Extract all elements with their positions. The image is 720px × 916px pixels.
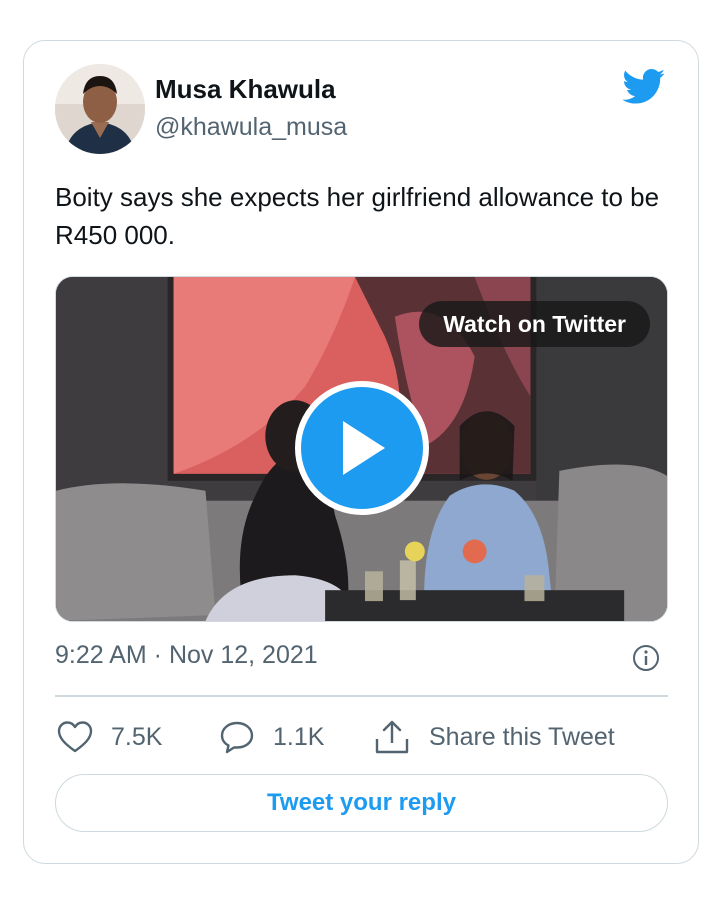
video-thumbnail[interactable]: Watch on Twitter xyxy=(55,276,668,622)
tweet-embed-card: Musa Khawula @khawula_musa Boity says sh… xyxy=(23,40,699,864)
like-count: 7.5K xyxy=(111,722,163,751)
share-button[interactable]: Share this Tweet xyxy=(373,717,615,757)
share-label: Share this Tweet xyxy=(429,722,615,751)
tweet-text: Boity says she expects her girlfriend al… xyxy=(55,182,660,250)
twitter-bird-icon[interactable] xyxy=(622,69,666,105)
share-upload-icon xyxy=(375,720,409,754)
author-handle[interactable]: @khawula_musa xyxy=(155,113,347,142)
heart-icon xyxy=(57,721,93,753)
author-name[interactable]: Musa Khawula xyxy=(155,74,336,105)
reply-count: 1.1K xyxy=(273,722,325,751)
watch-on-twitter-badge[interactable]: Watch on Twitter xyxy=(419,301,650,347)
reply-bubble-icon xyxy=(220,721,254,754)
tweet-your-reply-button[interactable]: Tweet your reply xyxy=(55,774,668,832)
play-button[interactable] xyxy=(295,381,429,515)
like-button[interactable]: 7.5K xyxy=(57,717,162,757)
tweet-timestamp[interactable]: 9:22 AM · Nov 12, 2021 xyxy=(55,641,318,670)
avatar[interactable] xyxy=(55,64,145,154)
info-icon[interactable] xyxy=(632,644,660,672)
divider xyxy=(55,695,668,697)
reply-button[interactable]: 1.1K xyxy=(219,717,324,757)
avatar-image xyxy=(55,64,145,154)
play-icon xyxy=(343,421,385,475)
